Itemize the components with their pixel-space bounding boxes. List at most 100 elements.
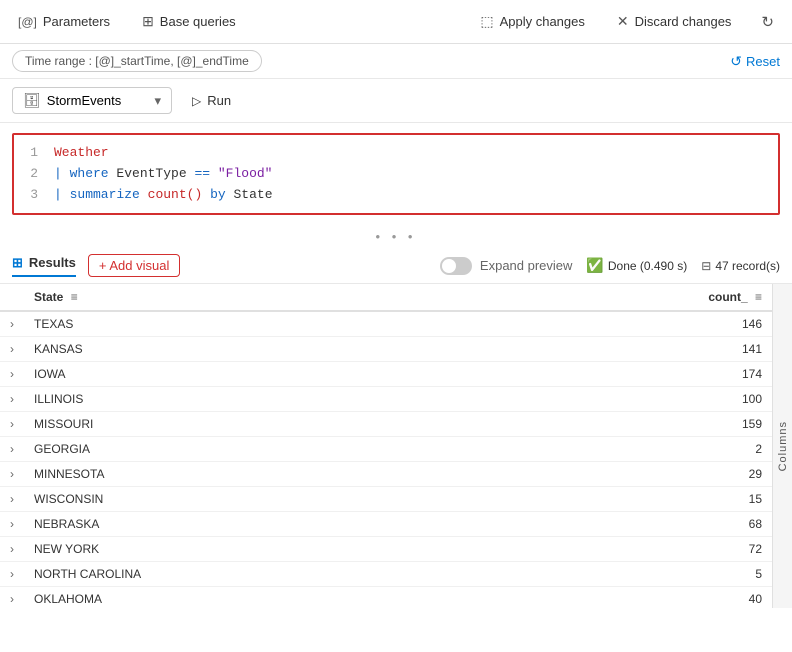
base-queries-label: Base queries: [160, 14, 236, 29]
time-range-pill[interactable]: Time range : [@]_startTime, [@]_endTime: [12, 50, 262, 72]
cell-count: 141: [498, 337, 772, 362]
cell-count: 174: [498, 362, 772, 387]
base-queries-icon: ⊞: [142, 13, 154, 30]
th-expand: [0, 284, 24, 311]
main-content: State ≡ count_ ≡ › TEXAS 146 › KANSAS 14…: [0, 284, 792, 608]
cell-state: NEW YORK: [24, 537, 498, 562]
chevron-down-icon: ▾: [154, 93, 161, 109]
row-expand-icon[interactable]: ›: [0, 387, 24, 412]
cell-count: 15: [498, 487, 772, 512]
top-toolbar: [@] Parameters ⊞ Base queries ⬚ Apply ch…: [0, 0, 792, 44]
cell-state: OKLAHOMA: [24, 587, 498, 609]
add-visual-label: + Add visual: [99, 258, 169, 273]
th-state: State ≡: [24, 284, 498, 311]
row-expand-icon[interactable]: ›: [0, 437, 24, 462]
row-expand-icon[interactable]: ›: [0, 562, 24, 587]
run-label: Run: [207, 93, 231, 108]
cell-count: 29: [498, 462, 772, 487]
table-row[interactable]: › TEXAS 146: [0, 311, 772, 337]
columns-panel[interactable]: Columns: [772, 284, 792, 608]
cell-state: IOWA: [24, 362, 498, 387]
add-visual-button[interactable]: + Add visual: [88, 254, 180, 277]
cell-state: WISCONSIN: [24, 487, 498, 512]
table-row[interactable]: › IOWA 174: [0, 362, 772, 387]
time-range-bar: Time range : [@]_startTime, [@]_endTime …: [0, 44, 792, 79]
refresh-icon: ↻: [761, 13, 774, 31]
count-col-menu-icon[interactable]: ≡: [755, 290, 762, 304]
table-header-row: State ≡ count_ ≡: [0, 284, 772, 311]
refresh-button[interactable]: ↻: [755, 9, 780, 35]
reset-icon: ↺: [730, 53, 742, 70]
code-editor[interactable]: 1 Weather 2 | where EventType == "Flood"…: [12, 133, 780, 215]
table-row[interactable]: › NEW YORK 72: [0, 537, 772, 562]
code-line-3: 3 | summarize count() by State: [22, 185, 770, 206]
database-selector[interactable]: 🗄 StormEvents ▾: [12, 87, 172, 114]
table-row[interactable]: › NEBRASKA 68: [0, 512, 772, 537]
cell-count: 68: [498, 512, 772, 537]
row-expand-icon[interactable]: ›: [0, 587, 24, 609]
query-area: 🗄 StormEvents ▾ ▷ Run: [0, 79, 792, 123]
results-tab[interactable]: ⊞ Results: [12, 255, 76, 277]
records-icon: ⊟: [701, 259, 711, 273]
apply-changes-label: Apply changes: [500, 14, 585, 29]
base-queries-tab[interactable]: ⊞ Base queries: [136, 9, 242, 34]
table-row[interactable]: › GEORGIA 2: [0, 437, 772, 462]
check-icon: ✅: [586, 257, 603, 274]
cell-state: NEBRASKA: [24, 512, 498, 537]
reset-label: Reset: [746, 54, 780, 69]
time-range-label: Time range : [@]_startTime, [@]_endTime: [25, 54, 249, 68]
row-expand-icon[interactable]: ›: [0, 512, 24, 537]
discard-changes-button[interactable]: ✕ Discard changes: [609, 9, 740, 34]
divider[interactable]: • • •: [0, 225, 792, 248]
row-expand-icon[interactable]: ›: [0, 487, 24, 512]
row-expand-icon[interactable]: ›: [0, 337, 24, 362]
state-col-menu-icon[interactable]: ≡: [71, 290, 78, 304]
expand-preview-toggle[interactable]: [440, 257, 472, 275]
cell-count: 72: [498, 537, 772, 562]
cell-count: 40: [498, 587, 772, 609]
database-name: StormEvents: [47, 93, 121, 108]
table-row[interactable]: › MISSOURI 159: [0, 412, 772, 437]
table-row[interactable]: › OKLAHOMA 40: [0, 587, 772, 609]
done-label: Done (0.490 s): [608, 259, 687, 273]
expand-preview-label: Expand preview: [480, 258, 573, 273]
table-row[interactable]: › MINNESOTA 29: [0, 462, 772, 487]
cell-state: TEXAS: [24, 311, 498, 337]
parameters-icon: [@]: [18, 15, 37, 29]
code-line-2: 2 | where EventType == "Flood": [22, 164, 770, 185]
results-header: ⊞ Results + Add visual Expand preview ✅ …: [0, 248, 792, 284]
table-row[interactable]: › KANSAS 141: [0, 337, 772, 362]
results-tab-label: Results: [29, 255, 76, 270]
discard-icon: ✕: [617, 13, 629, 30]
parameters-tab[interactable]: [@] Parameters: [12, 10, 116, 33]
records-label: 47 record(s): [715, 259, 780, 273]
table-row[interactable]: › NORTH CAROLINA 5: [0, 562, 772, 587]
cell-count: 5: [498, 562, 772, 587]
results-table-container[interactable]: State ≡ count_ ≡ › TEXAS 146 › KANSAS 14…: [0, 284, 772, 608]
cell-state: MISSOURI: [24, 412, 498, 437]
results-table: State ≡ count_ ≡ › TEXAS 146 › KANSAS 14…: [0, 284, 772, 608]
cell-state: MINNESOTA: [24, 462, 498, 487]
row-expand-icon[interactable]: ›: [0, 462, 24, 487]
row-expand-icon[interactable]: ›: [0, 362, 24, 387]
cell-state: NORTH CAROLINA: [24, 562, 498, 587]
run-button[interactable]: ▷ Run: [182, 89, 241, 112]
cell-state: ILLINOIS: [24, 387, 498, 412]
run-icon: ▷: [192, 94, 201, 108]
discard-changes-label: Discard changes: [635, 14, 732, 29]
row-expand-icon[interactable]: ›: [0, 537, 24, 562]
row-expand-icon[interactable]: ›: [0, 412, 24, 437]
table-row[interactable]: › ILLINOIS 100: [0, 387, 772, 412]
line-num-2: 2: [22, 164, 38, 185]
table-row[interactable]: › WISCONSIN 15: [0, 487, 772, 512]
apply-changes-icon: ⬚: [480, 13, 493, 30]
reset-button[interactable]: ↺ Reset: [730, 53, 780, 70]
database-icon: 🗄: [23, 92, 41, 109]
apply-changes-button[interactable]: ⬚ Apply changes: [472, 9, 593, 34]
row-expand-icon[interactable]: ›: [0, 311, 24, 337]
cell-count: 100: [498, 387, 772, 412]
records-badge: ⊟ 47 record(s): [701, 259, 780, 273]
results-icon: ⊞: [12, 255, 23, 271]
cell-count: 159: [498, 412, 772, 437]
th-count: count_ ≡: [498, 284, 772, 311]
